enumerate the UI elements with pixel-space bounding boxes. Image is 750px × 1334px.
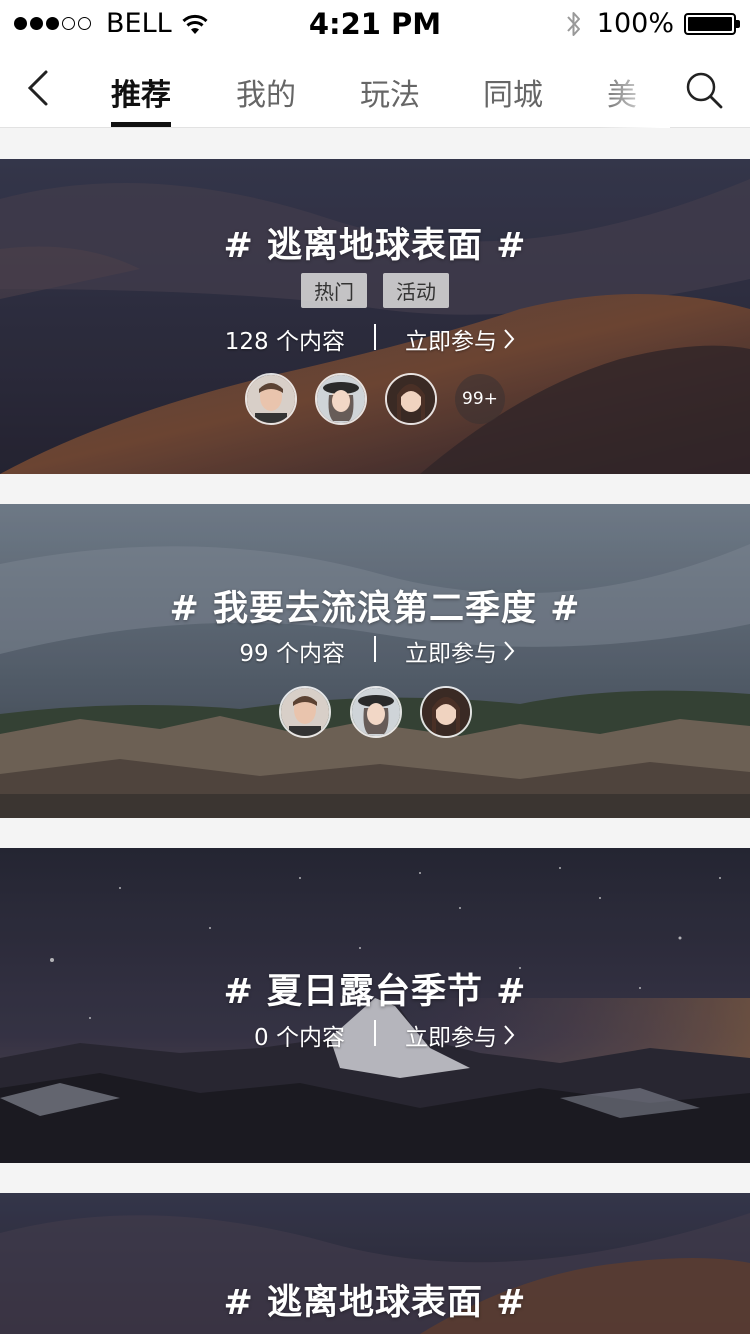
avatar[interactable] <box>245 373 297 425</box>
topic-card[interactable]: # 我要去流浪第二季度 # 99 个内容 立即参与 <box>0 504 750 818</box>
chevron-right-icon <box>504 329 515 349</box>
tab-recommend[interactable]: 推荐 <box>111 70 171 114</box>
tab-local[interactable]: 同城 <box>483 70 543 114</box>
nav-bar: 推荐 我的 玩法 同城 美 <box>0 48 750 128</box>
participant-avatars: 99+ <box>0 373 750 425</box>
tag-event: 活动 <box>383 273 449 308</box>
topic-title: # 夏日露台季节 # <box>223 972 527 1012</box>
search-icon[interactable] <box>684 70 724 110</box>
active-tab-indicator <box>111 122 171 127</box>
join-button[interactable]: 立即参与 <box>405 1018 515 1052</box>
content-count: 0 个内容 <box>254 1025 345 1051</box>
battery-icon <box>684 12 740 35</box>
tab-mine[interactable]: 我的 <box>236 70 296 114</box>
topic-card[interactable]: # 逃离地球表面 # <box>0 1193 750 1334</box>
avatar[interactable] <box>385 373 437 425</box>
topic-card[interactable]: # 逃离地球表面 # 热门 活动 128 个内容 立即参与 99+ <box>0 159 750 474</box>
avatar[interactable] <box>279 686 331 738</box>
topic-title: # 我要去流浪第二季度 # <box>169 589 581 629</box>
tab-gameplay[interactable]: 玩法 <box>360 70 420 114</box>
topic-title: # 逃离地球表面 # <box>223 226 527 266</box>
topic-card[interactable]: # 夏日露台季节 # 0 个内容 立即参与 <box>0 848 750 1163</box>
avatar[interactable] <box>420 686 472 738</box>
chevron-right-icon <box>504 1025 515 1045</box>
participant-avatars <box>0 686 750 738</box>
battery-percent: 100% <box>596 8 674 39</box>
status-right: 100% <box>565 8 740 39</box>
topic-meta: 99 个内容 立即参与 <box>0 632 750 668</box>
chevron-right-icon <box>504 641 515 661</box>
topic-meta: 0 个内容 立即参与 <box>0 1016 750 1052</box>
status-bar: BELL 4:21 PM 100% <box>0 0 750 48</box>
chevron-left-icon[interactable] <box>20 66 64 110</box>
content-count: 128 个内容 <box>224 329 345 355</box>
topic-meta: 128 个内容 立即参与 <box>0 320 750 356</box>
avatar[interactable] <box>350 686 402 738</box>
bluetooth-icon <box>567 11 580 36</box>
topic-tags: 热门 活动 <box>0 273 750 308</box>
tab-bar: 推荐 我的 玩法 同城 美 <box>80 48 670 128</box>
more-participants-badge[interactable]: 99+ <box>455 374 505 424</box>
tag-hot: 热门 <box>301 273 367 308</box>
content-count: 99 个内容 <box>239 641 345 667</box>
join-button[interactable]: 立即参与 <box>405 322 515 356</box>
join-button[interactable]: 立即参与 <box>405 634 515 668</box>
avatar[interactable] <box>315 373 367 425</box>
topic-title: # 逃离地球表面 # <box>223 1283 527 1323</box>
